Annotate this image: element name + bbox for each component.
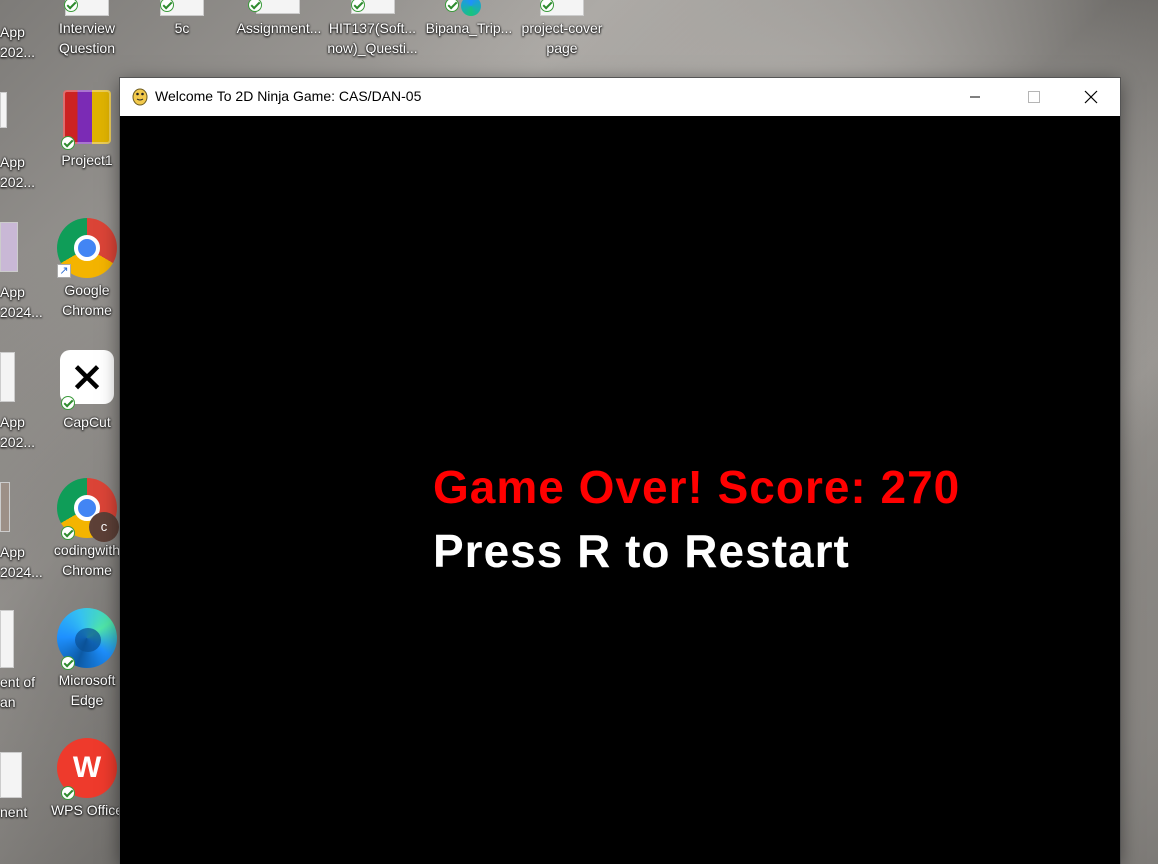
image-thumbnail-icon bbox=[0, 222, 18, 272]
desktop-partial-icon-4[interactable]: App 202... bbox=[0, 412, 35, 452]
maximize-button[interactable] bbox=[1004, 78, 1062, 116]
sync-check-icon bbox=[61, 136, 75, 150]
sync-check-icon bbox=[61, 786, 75, 800]
minimize-icon bbox=[970, 96, 980, 98]
edge-swirl-icon bbox=[75, 628, 101, 652]
maximize-icon bbox=[1028, 91, 1040, 103]
document-thumbnail-icon bbox=[0, 352, 15, 402]
game-window[interactable]: Welcome To 2D Ninja Game: CAS/DAN-05 Gam… bbox=[120, 78, 1120, 864]
game-canvas[interactable]: Game Over! Score: 270 Press R to Restart bbox=[120, 116, 1120, 864]
desktop-partial-icon-5[interactable]: App 2024... bbox=[0, 542, 43, 582]
desktop-partial-icon-1[interactable]: App 202... bbox=[0, 22, 35, 62]
pygame-snake-icon bbox=[132, 88, 148, 106]
desktop-icon-microsoft-edge[interactable]: Microsoft Edge bbox=[47, 608, 127, 710]
desktop-icon-codingwith-chrome[interactable]: c codingwith Chrome bbox=[47, 478, 127, 580]
desktop-icon-project-cover-page[interactable]: project-cover page bbox=[516, 0, 608, 58]
document-thumbnail-icon bbox=[0, 752, 22, 798]
desktop-icon-wps-office[interactable]: W WPS Office bbox=[47, 738, 127, 820]
document-thumbnail-icon bbox=[0, 610, 14, 668]
close-icon bbox=[1084, 90, 1098, 104]
document-thumbnail-icon bbox=[256, 0, 300, 14]
sync-check-icon bbox=[445, 0, 459, 12]
desktop-partial-icon-2[interactable]: App 202... bbox=[0, 152, 35, 192]
desktop-icon-project1[interactable]: Project1 bbox=[47, 88, 127, 170]
window-titlebar[interactable]: Welcome To 2D Ninja Game: CAS/DAN-05 bbox=[120, 78, 1120, 116]
chrome-center-icon bbox=[74, 235, 100, 261]
game-over-score-text: Game Over! Score: 270 bbox=[433, 461, 961, 513]
shortcut-arrow-icon: ↗ bbox=[57, 264, 71, 278]
desktop-icon-assignment[interactable]: Assignment... bbox=[234, 0, 324, 38]
document-thumbnail-icon bbox=[0, 92, 7, 128]
image-thumbnail-icon bbox=[0, 482, 10, 532]
sync-check-icon bbox=[61, 656, 75, 670]
sync-check-icon bbox=[61, 526, 75, 540]
close-button[interactable] bbox=[1062, 78, 1120, 116]
edge-icon bbox=[461, 0, 481, 16]
minimize-button[interactable] bbox=[946, 78, 1004, 116]
restart-instruction-text: Press R to Restart bbox=[433, 525, 850, 577]
desktop-icon-hit137[interactable]: HIT137(Soft... now)_Questi... bbox=[325, 0, 420, 58]
desktop-icon-5c[interactable]: 5c bbox=[142, 0, 222, 38]
window-title: Welcome To 2D Ninja Game: CAS/DAN-05 bbox=[155, 88, 422, 104]
desktop-icon-capcut[interactable]: ⨯ CapCut bbox=[47, 350, 127, 432]
desktop-partial-icon-7[interactable]: nent bbox=[0, 802, 27, 822]
desktop-icon-google-chrome[interactable]: ↗ Google Chrome bbox=[47, 218, 127, 320]
desktop-icon-interview-question[interactable]: Interview Question bbox=[47, 0, 127, 58]
profile-badge-icon: c bbox=[89, 512, 119, 542]
sync-check-icon bbox=[61, 396, 75, 410]
desktop-partial-icon-3[interactable]: App 2024... bbox=[0, 282, 43, 322]
desktop-icon-bipana-trip[interactable]: Bipana_Trip... bbox=[423, 0, 515, 38]
desktop-partial-icon-6[interactable]: ent of an bbox=[0, 672, 35, 712]
